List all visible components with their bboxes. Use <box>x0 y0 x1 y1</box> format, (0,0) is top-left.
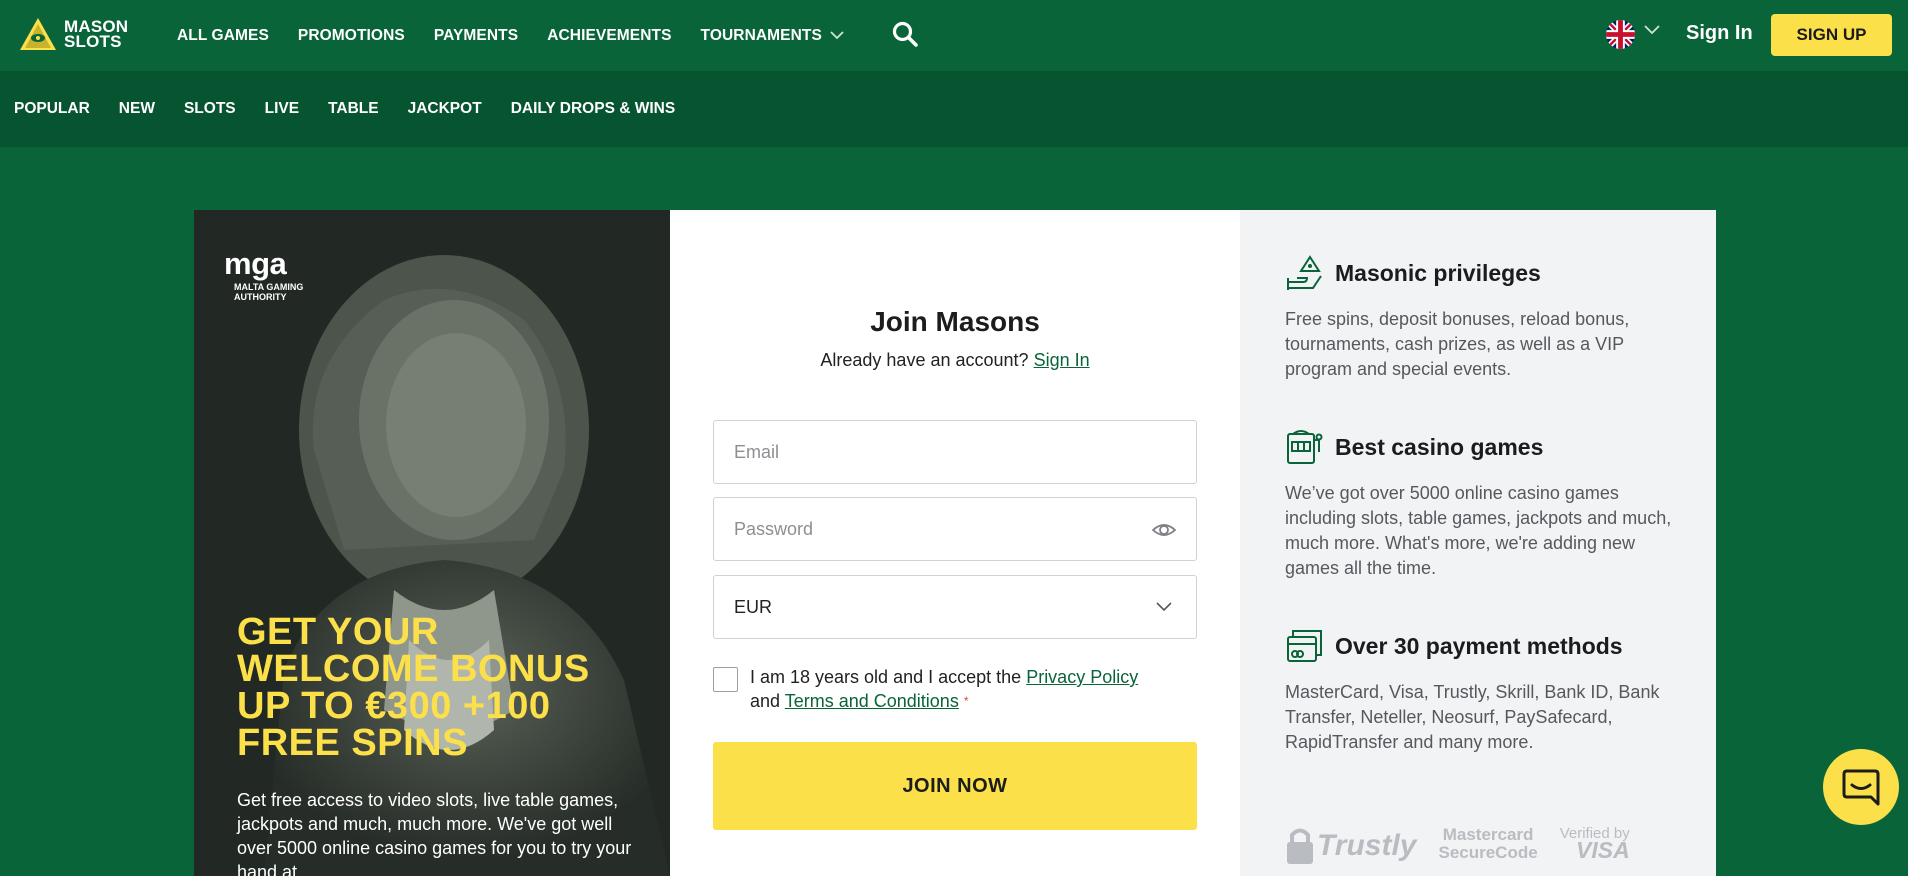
verified-by-visa-logo: Verified by VISA <box>1560 826 1630 862</box>
category-new[interactable]: NEW <box>119 100 155 118</box>
required-mark: * <box>963 694 969 708</box>
benefit-title: Best casino games <box>1335 433 1544 460</box>
brand-line-2: SLOTS <box>64 32 122 51</box>
signup-card: mga MALTA GAMING AUTHORITY GET YOUR WELC… <box>194 210 1716 876</box>
mga-caption-2: AUTHORITY <box>234 292 287 302</box>
nav-all-games[interactable]: ALL GAMES <box>177 27 269 45</box>
uk-flag-icon[interactable] <box>1606 20 1635 49</box>
consent-row: I am 18 years old and I accept the Priva… <box>713 665 1197 713</box>
consent-and: and <box>750 691 781 711</box>
nav-payments[interactable]: PAYMENTS <box>434 27 518 45</box>
pyramid-hand-icon <box>1287 255 1322 290</box>
form-subtitle: Already have an account? Sign In <box>670 350 1240 371</box>
form-sign-in-link[interactable]: Sign In <box>1034 350 1090 370</box>
trustly-logo: Trustly <box>1285 826 1416 866</box>
trustly-logo-text: Trustly <box>1317 829 1417 862</box>
slot-machine-icon <box>1287 430 1323 464</box>
chat-bubble-icon <box>1842 769 1880 806</box>
form-title: Join Masons <box>870 306 1040 337</box>
main-nav: ALL GAMES PROMOTIONS PAYMENTS ACHIEVEMEN… <box>177 0 873 71</box>
privacy-policy-link[interactable]: Privacy Policy <box>1026 667 1138 687</box>
mastercard-securecode-logo: Mastercard SecureCode <box>1438 826 1537 862</box>
benefit-title: Masonic privileges <box>1335 259 1541 286</box>
mastercard-logo-line-2: SecureCode <box>1438 843 1538 862</box>
visa-logo-line-2: VISA <box>1576 837 1630 863</box>
top-navigation: MASON SLOTS ALL GAMES PROMOTIONS PAYMENT… <box>0 0 1908 71</box>
category-live[interactable]: LIVE <box>265 100 299 118</box>
search-icon <box>892 21 918 47</box>
category-slots[interactable]: SLOTS <box>184 100 236 118</box>
consent-checkbox[interactable] <box>713 667 738 692</box>
promo-headline-line-4: FREE SPINS <box>237 722 468 764</box>
promo-headline-line-3: UP TO €300 +100 <box>237 685 551 727</box>
password-field[interactable] <box>713 497 1197 561</box>
benefit-privileges: Masonic privileges Free spins, deposit b… <box>1285 254 1685 382</box>
promo-headline-line-1: GET YOUR <box>237 611 439 653</box>
sign-up-button[interactable]: SIGN UP <box>1771 14 1892 56</box>
nav-achievements[interactable]: ACHIEVEMENTS <box>547 27 671 45</box>
promo-text: Get free access to video slots, live tab… <box>237 790 632 876</box>
promo-headline: GET YOUR WELCOME BONUS UP TO €300 +100 F… <box>237 611 657 764</box>
credit-card-icon <box>1287 630 1322 662</box>
chevron-down-icon <box>830 31 844 40</box>
brand-logo[interactable]: MASON SLOTS <box>18 16 128 52</box>
join-now-button[interactable]: JOIN NOW <box>713 742 1197 830</box>
password-input[interactable] <box>734 518 1134 540</box>
benefit-text: We’ve got over 5000 online casino games … <box>1285 483 1672 578</box>
benefit-games: Best casino games We’ve got over 5000 on… <box>1285 428 1685 581</box>
show-password-icon[interactable] <box>1152 519 1176 541</box>
promo-headline-line-2: WELCOME BONUS <box>237 648 590 690</box>
email-input[interactable] <box>734 441 1134 463</box>
header-sign-in-link[interactable]: Sign In <box>1686 22 1753 45</box>
live-chat-button[interactable] <box>1823 749 1899 825</box>
email-field[interactable] <box>713 420 1197 484</box>
mga-logo-text: mga <box>224 246 287 281</box>
benefit-title: Over 30 payment methods <box>1335 632 1623 659</box>
terms-link[interactable]: Terms and Conditions <box>785 691 959 711</box>
nav-tournaments[interactable]: TOURNAMENTS <box>701 27 844 45</box>
pyramid-eye-icon <box>20 18 56 50</box>
benefit-text: MasterCard, Visa, Trustly, Skrill, Bank … <box>1285 682 1660 752</box>
chevron-down-icon <box>1156 602 1172 612</box>
lock-icon <box>1287 828 1313 864</box>
portrait-illustration <box>194 210 670 876</box>
consent-text: I am 18 years old and I accept the Priva… <box>750 665 1138 713</box>
category-nav: POPULAR NEW SLOTS LIVE TABLE JACKPOT DAI… <box>0 71 1908 147</box>
search-button[interactable] <box>892 21 918 52</box>
category-jackpot[interactable]: JACKPOT <box>408 100 482 118</box>
category-table[interactable]: TABLE <box>328 100 379 118</box>
nav-promotions[interactable]: PROMOTIONS <box>298 27 405 45</box>
mga-caption-1: MALTA GAMING <box>234 282 304 292</box>
currency-value: EUR <box>734 596 773 617</box>
existing-account-text: Already have an account? <box>820 350 1029 370</box>
benefits-panel: Masonic privileges Free spins, deposit b… <box>1240 210 1716 876</box>
benefit-payments: Over 30 payment methods MasterCard, Visa… <box>1285 627 1685 755</box>
mastercard-logo-line-1: Mastercard <box>1442 825 1534 844</box>
registration-form: Join Masons Already have an account? Sig… <box>670 210 1240 876</box>
language-chevron-down-icon[interactable] <box>1644 25 1660 35</box>
promo-panel: mga MALTA GAMING AUTHORITY GET YOUR WELC… <box>194 210 670 876</box>
consent-text-1: I am 18 years old and I accept the <box>750 667 1022 687</box>
category-daily-drops[interactable]: DAILY DROPS & WINS <box>511 100 676 118</box>
benefit-text: Free spins, deposit bonuses, reload bonu… <box>1285 309 1630 379</box>
mga-logo: mga MALTA GAMING AUTHORITY <box>224 246 303 302</box>
nav-tournaments-label: TOURNAMENTS <box>700 26 822 44</box>
payment-logos: Trustly Mastercard SecureCode Verified b… <box>1285 826 1630 866</box>
category-popular[interactable]: POPULAR <box>14 100 90 118</box>
currency-select[interactable]: EUR <box>713 575 1197 639</box>
